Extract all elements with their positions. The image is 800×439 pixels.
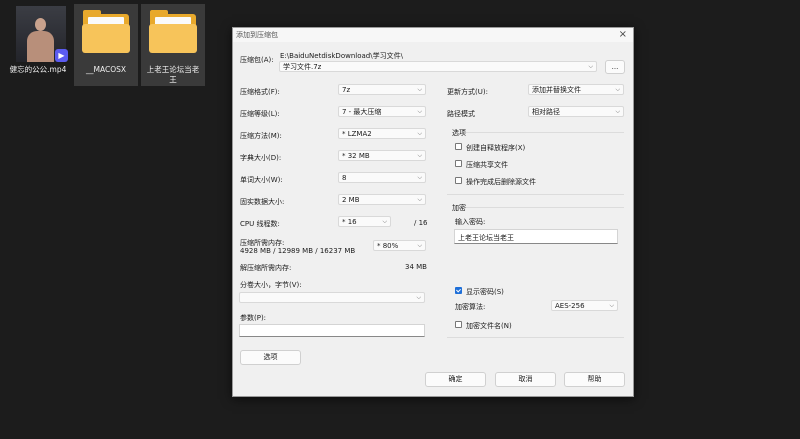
format-label: 压缩格式(F): <box>240 88 280 96</box>
method-value: * LZMA2 <box>342 130 372 138</box>
ok-button[interactable]: 确定 <box>425 372 486 387</box>
chevron-down-icon: ⌵ <box>417 108 422 115</box>
enc-method-label: 加密算法: <box>455 303 486 311</box>
dict-select[interactable]: * 32 MB ⌵ <box>338 150 426 161</box>
cancel-button[interactable]: 取消 <box>495 372 556 387</box>
word-value: 8 <box>342 174 347 182</box>
chevron-down-icon: ⌵ <box>417 196 422 203</box>
encrypt-group-line <box>466 207 624 208</box>
level-select[interactable]: 7 - 最大压缩 ⌵ <box>338 106 426 117</box>
chevron-down-icon: ⌵ <box>417 152 422 159</box>
archive-path: E:\BaiduNetdiskDownload\学习文件\ <box>280 52 403 60</box>
divider <box>447 194 624 195</box>
folder-icon <box>80 6 132 62</box>
shared-checkbox[interactable] <box>455 160 462 167</box>
chevron-down-icon: ⌵ <box>417 130 422 137</box>
mem-compress-detail: 4928 MB / 12989 MB / 16237 MB <box>240 247 356 255</box>
dict-value: * 32 MB <box>342 152 370 160</box>
folder-icon <box>147 6 199 62</box>
desktop-icon-folder-laowang[interactable]: 上老王论坛当老王 <box>141 4 205 86</box>
password-value: 上老王论坛当老王 <box>458 234 514 242</box>
sfx-checkbox[interactable] <box>455 143 462 150</box>
options-group-title: 选项 <box>452 129 466 137</box>
params-input[interactable] <box>239 324 425 337</box>
word-select[interactable]: 8 ⌵ <box>338 172 426 183</box>
method-select[interactable]: * LZMA2 ⌵ <box>338 128 426 139</box>
help-button[interactable]: 帮助 <box>564 372 625 387</box>
chevron-down-icon: ⌵ <box>615 86 620 93</box>
chevron-down-icon: ⌵ <box>417 174 422 181</box>
solid-select[interactable]: 2 MB ⌵ <box>338 194 426 205</box>
solid-label: 固实数据大小: <box>240 198 285 206</box>
delete-after-checkbox[interactable] <box>455 177 462 184</box>
cpu-max: / 16 <box>414 219 428 227</box>
archive-label: 压缩包(A): <box>240 56 274 64</box>
enc-method-select[interactable]: AES-256 ⌵ <box>551 300 618 311</box>
encrypt-filenames-checkbox[interactable] <box>455 321 462 328</box>
close-icon[interactable]: × <box>619 29 627 40</box>
dialog-title: 添加到压缩包 <box>236 31 278 39</box>
desktop-icon-folder-macosx[interactable]: __MACOSX <box>74 4 138 86</box>
divider <box>447 337 624 338</box>
chevron-down-icon: ⌵ <box>609 302 614 309</box>
enc-method-value: AES-256 <box>555 302 585 310</box>
chevron-down-icon: ⌵ <box>588 63 593 70</box>
level-value: 7 - 最大压缩 <box>342 108 382 116</box>
chevron-down-icon: ⌵ <box>417 242 422 249</box>
desktop-icon-video[interactable]: ▶ 健忘的公公.mp4 <box>6 4 70 86</box>
cpu-label: CPU 线程数: <box>240 220 280 228</box>
params-label: 参数(P): <box>240 314 267 322</box>
split-label: 分卷大小，字节(V): <box>240 281 302 289</box>
dialog-titlebar[interactable]: 添加到压缩包 × <box>233 28 633 42</box>
solid-value: 2 MB <box>342 196 360 204</box>
path-mode-label: 路径模式 <box>447 110 475 118</box>
desktop-icon-label: 上老王论坛当老王 <box>146 65 200 84</box>
mem-decompress-value: 34 MB <box>405 263 427 271</box>
video-player-icon: ▶ <box>55 49 68 62</box>
format-value: 7z <box>342 86 351 94</box>
browse-button[interactable]: ... <box>605 60 625 74</box>
sfx-label: 创建自释放程序(X) <box>466 144 526 152</box>
update-value: 添加并替换文件 <box>532 86 581 94</box>
archive-name-value: 学习文件.7z <box>283 63 322 71</box>
chevron-down-icon: ⌵ <box>615 108 620 115</box>
encrypt-group-title: 加密 <box>452 204 466 212</box>
show-password-label: 显示密码(S) <box>466 288 504 296</box>
mem-compress-value: * 80% <box>377 242 399 250</box>
update-select[interactable]: 添加并替换文件 ⌵ <box>528 84 624 95</box>
password-label: 输入密码: <box>455 218 486 226</box>
mem-decompress-label: 解压缩所需内存: <box>240 264 292 272</box>
mem-compress-select[interactable]: * 80% ⌵ <box>373 240 426 251</box>
options-button[interactable]: 选项 <box>240 350 301 365</box>
dict-label: 字典大小(D): <box>240 154 282 162</box>
cpu-value: * 16 <box>342 218 357 226</box>
update-label: 更新方式(U): <box>447 88 488 96</box>
format-select[interactable]: 7z ⌵ <box>338 84 426 95</box>
add-to-archive-dialog: 添加到压缩包 × 压缩包(A): E:\BaiduNetdiskDownload… <box>232 27 634 397</box>
level-label: 压缩等级(L): <box>240 110 280 118</box>
split-select[interactable]: ⌵ <box>239 292 425 303</box>
password-input[interactable]: 上老王论坛当老王 <box>454 229 618 244</box>
archive-name-combo[interactable]: 学习文件.7z ⌵ <box>279 61 597 72</box>
options-group-line <box>466 132 624 133</box>
word-label: 单词大小(W): <box>240 176 283 184</box>
cpu-select[interactable]: * 16 ⌵ <box>338 216 391 227</box>
show-password-checkbox[interactable] <box>455 287 462 294</box>
path-mode-select[interactable]: 相对路径 ⌵ <box>528 106 624 117</box>
shared-label: 压缩共享文件 <box>466 161 508 169</box>
chevron-down-icon: ⌵ <box>417 86 422 93</box>
desktop-icon-label: __MACOSX <box>85 65 126 74</box>
desktop-icon-label: 健忘的公公.mp4 <box>9 65 67 74</box>
delete-after-label: 操作完成后删除源文件 <box>466 178 536 186</box>
encrypt-filenames-label: 加密文件名(N) <box>466 322 512 330</box>
chevron-down-icon: ⌵ <box>382 218 387 225</box>
path-mode-value: 相对路径 <box>532 108 560 116</box>
method-label: 压缩方法(M): <box>240 132 282 140</box>
chevron-down-icon: ⌵ <box>416 294 421 301</box>
